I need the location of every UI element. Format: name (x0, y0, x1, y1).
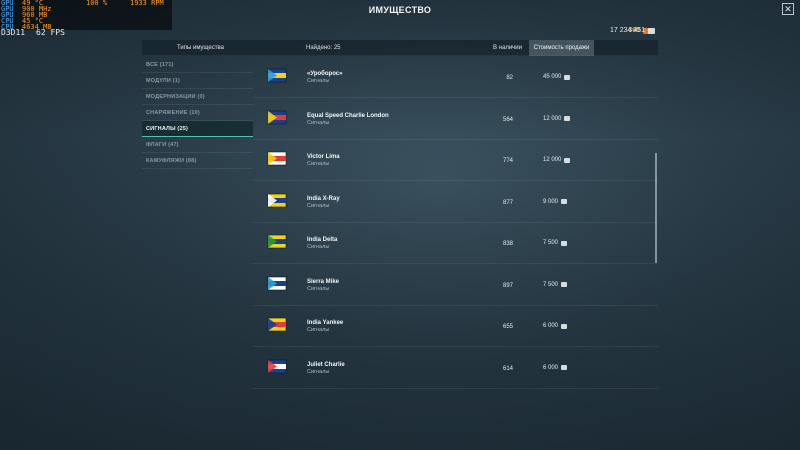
item-name: Sierra Mike (307, 278, 340, 285)
item-price-value: 9 000 (543, 198, 559, 205)
item-stock: 564 (502, 116, 513, 123)
item-price-value: 7 500 (543, 281, 559, 288)
juliet-charlie-flag-icon (267, 358, 289, 376)
item-stock: 897 (502, 282, 513, 289)
item-name: India Delta (307, 237, 338, 243)
ouroboros-flag-icon (267, 67, 289, 85)
category-sidebar: ВСЕ (171) МОДУЛИ (1) МОДЕРНИЗАЦИИ (0) СНАРЯ… (142, 57, 253, 169)
item-stock: 655 (502, 324, 513, 330)
header-types: Типы имущества (177, 45, 224, 51)
item-price-value: 7 500 (543, 240, 559, 246)
top-bar: ИМУЩЕСТВО ✕ (0, 0, 800, 22)
close-button[interactable]: ✕ (782, 3, 794, 15)
table-header: Типы имущества Найдено: 25 В наличии Сто… (142, 40, 658, 56)
victor-lima-flag-icon (267, 150, 289, 168)
header-sell-price[interactable]: Стоимость продажи (529, 40, 594, 56)
sidebar-item[interactable]: ФЛАГИ (47) (142, 137, 253, 153)
item-price: 6 000 (543, 323, 568, 329)
list-item[interactable]: Victor Lima Сигналы 774 12 000 (253, 140, 658, 181)
sierra-mike-flag-icon (267, 275, 289, 293)
osd-fps: 62 FPS (36, 28, 65, 37)
item-stock: 82 (506, 75, 513, 81)
page-title: ИМУЩЕСТВО (368, 5, 432, 15)
item-category: Сигналы (307, 78, 330, 84)
item-category: Сигналы (307, 161, 330, 167)
list-item[interactable]: «Уроборос» Сигналы 82 45 000 (253, 57, 658, 98)
list-item[interactable]: India Yankee Сигналы 655 6 000 (253, 306, 658, 347)
item-price-value: 45 000 (543, 74, 562, 80)
sidebar-item[interactable]: КАМУФЛЯЖИ (88) (142, 153, 253, 169)
list-scrollbar[interactable] (655, 153, 657, 263)
osd-fps-row: D3D11 62 FPS (0, 28, 172, 37)
credit-icon (564, 74, 571, 80)
item-name: India X-Ray (307, 195, 340, 202)
header-in-stock[interactable]: В наличии (493, 45, 522, 51)
item-list: «Уроборос» Сигналы 82 45 000 Equal Speed… (253, 57, 658, 397)
india-delta-flag-icon (267, 233, 289, 251)
item-category: Сигналы (307, 119, 330, 126)
credits-balance: 17 234 451 (610, 27, 656, 34)
sidebar-item[interactable]: СИГНАЛЫ (25) (142, 121, 253, 137)
item-category: Сигналы (307, 368, 330, 375)
sidebar-item[interactable]: ВСЕ (171) (142, 57, 253, 73)
item-price-value: 12 000 (543, 157, 562, 163)
item-price-value: 6 000 (543, 364, 559, 371)
item-price: 7 500 (543, 281, 568, 288)
item-category: Сигналы (307, 285, 330, 292)
item-price-value: 12 000 (543, 115, 562, 122)
credit-icon (564, 157, 571, 163)
header-found-count: Найдено: 25 (306, 45, 341, 51)
list-item[interactable]: Equal Speed Charlie London Сигналы 564 1… (253, 99, 658, 140)
credit-icon (561, 282, 568, 287)
sidebar-item[interactable]: МОДУЛИ (1) (142, 73, 253, 89)
item-price: 12 000 (543, 157, 571, 163)
credit-icon (561, 365, 568, 370)
credit-icon (561, 199, 568, 204)
item-name: India Yankee (307, 320, 344, 326)
item-stock: 877 (502, 199, 513, 206)
item-price: 9 000 (543, 198, 568, 205)
list-item[interactable]: India Delta Сигналы 838 7 500 (253, 223, 658, 264)
item-price: 7 500 (543, 240, 568, 246)
item-price: 45 000 (543, 74, 571, 80)
credit-icon (648, 27, 656, 34)
item-name: Juliet Charlie (307, 361, 345, 368)
item-category: Сигналы (307, 244, 330, 250)
item-price: 6 000 (543, 364, 568, 371)
item-category: Сигналы (307, 202, 330, 209)
item-stock: 774 (502, 158, 513, 164)
item-stock: 838 (502, 241, 513, 247)
item-stock: 614 (502, 365, 513, 372)
item-name: Victor Lima (307, 154, 340, 160)
credit-icon (564, 116, 571, 121)
credit-icon (561, 240, 568, 246)
sidebar-item[interactable]: СНАРЯЖЕНИЕ (10) (142, 105, 253, 121)
list-item[interactable]: India X-Ray Сигналы 877 9 000 (253, 182, 658, 223)
item-price: 12 000 (543, 115, 571, 122)
credits-amount: 17 234 451 (610, 27, 646, 34)
item-name: «Уроборос» (307, 71, 343, 77)
sidebar-item[interactable]: МОДЕРНИЗАЦИИ (0) (142, 89, 253, 105)
item-price-value: 6 000 (543, 323, 559, 329)
esc-london-flag-icon (267, 109, 289, 127)
india-yankee-flag-icon (267, 316, 289, 334)
item-category: Сигналы (307, 327, 330, 333)
item-name: Equal Speed Charlie London (307, 112, 389, 119)
list-item[interactable]: Juliet Charlie Сигналы 614 6 000 (253, 348, 658, 389)
credit-icon (561, 323, 568, 329)
list-item[interactable]: Sierra Mike Сигналы 897 7 500 (253, 265, 658, 306)
osd-api: D3D11 (1, 28, 26, 37)
india-xray-flag-icon (267, 192, 289, 210)
